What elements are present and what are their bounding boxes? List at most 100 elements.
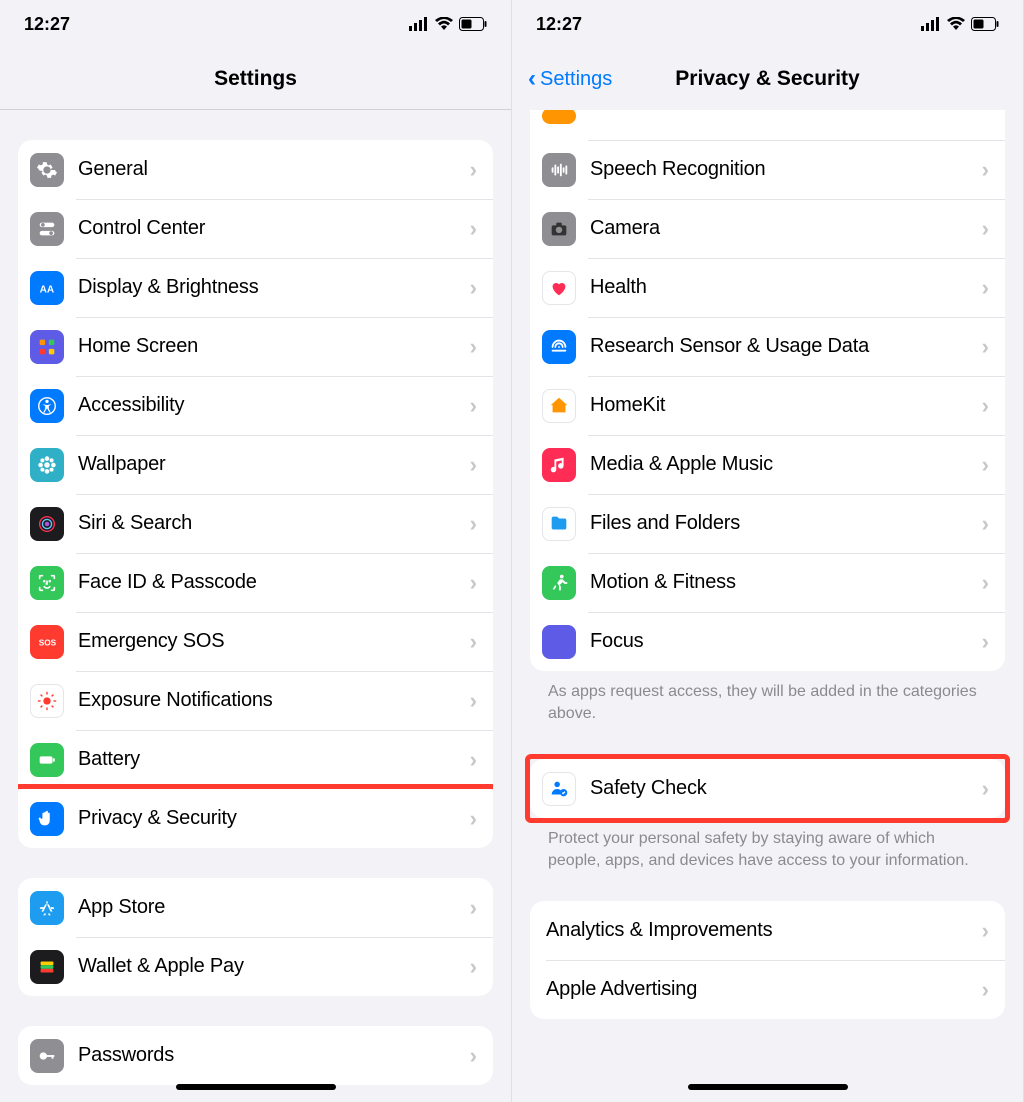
privacy-content[interactable]: Speech Recognition › Camera › Health › R…: [512, 110, 1023, 1102]
chevron-right-icon: ›: [982, 452, 989, 478]
row-focus[interactable]: Focus ›: [530, 612, 1005, 671]
chevron-right-icon: ›: [470, 1043, 477, 1069]
row-health[interactable]: Health ›: [530, 258, 1005, 317]
appstore-icon: [30, 891, 64, 925]
person-shield-icon: [542, 772, 576, 806]
row-label: Motion & Fitness: [590, 571, 982, 594]
moon-icon: [542, 625, 576, 659]
chevron-right-icon: ›: [470, 688, 477, 714]
row-exposure-notifications[interactable]: Exposure Notifications ›: [18, 671, 493, 730]
row-wallpaper[interactable]: Wallpaper ›: [18, 435, 493, 494]
chevron-right-icon: ›: [470, 157, 477, 183]
nav-header: ‹ Settings Privacy & Security: [512, 48, 1023, 110]
siri-icon: [30, 507, 64, 541]
chevron-right-icon: ›: [982, 776, 989, 802]
chevron-right-icon: ›: [470, 747, 477, 773]
safety-group: Safety Check ›: [530, 759, 1005, 818]
row-label: Display & Brightness: [78, 276, 470, 299]
privacy-group-3: Analytics & Improvements › Apple Adverti…: [530, 901, 1005, 1019]
row-label: Safety Check: [590, 777, 982, 800]
row-label: Research Sensor & Usage Data: [590, 335, 982, 358]
row-privacy-security[interactable]: Privacy & Security ›: [18, 789, 493, 848]
chevron-right-icon: ›: [470, 393, 477, 419]
row-passwords[interactable]: Passwords ›: [18, 1026, 493, 1085]
row-emergency-sos[interactable]: SOS Emergency SOS ›: [18, 612, 493, 671]
row-accessibility[interactable]: Accessibility ›: [18, 376, 493, 435]
chevron-right-icon: ›: [982, 157, 989, 183]
settings-content[interactable]: General › Control Center › AA Display & …: [0, 110, 511, 1102]
footer-text-1: As apps request access, they will be add…: [530, 671, 1005, 724]
status-time: 12:27: [536, 14, 582, 35]
waveform-icon: [542, 153, 576, 187]
chevron-right-icon: ›: [470, 511, 477, 537]
row-label: Health: [590, 276, 982, 299]
row-research[interactable]: Research Sensor & Usage Data ›: [530, 317, 1005, 376]
status-bar: 12:27: [0, 0, 511, 48]
footer-text-2: Protect your personal safety by staying …: [530, 818, 1005, 871]
row-homekit[interactable]: HomeKit ›: [530, 376, 1005, 435]
row-control-center[interactable]: Control Center ›: [18, 199, 493, 258]
wifi-icon: [947, 17, 965, 31]
wallet-icon: [30, 950, 64, 984]
status-icons: [921, 17, 999, 31]
row-label: Emergency SOS: [78, 630, 470, 653]
exposure-icon: [30, 684, 64, 718]
chevron-right-icon: ›: [982, 216, 989, 242]
running-icon: [542, 566, 576, 600]
research-icon: [542, 330, 576, 364]
row-label: Wallet & Apple Pay: [78, 955, 470, 978]
highlight-safety-check: Safety Check ›: [525, 754, 1010, 823]
row-label: Face ID & Passcode: [78, 571, 470, 594]
grid-icon: [30, 330, 64, 364]
chevron-right-icon: ›: [982, 275, 989, 301]
cellular-icon: [921, 17, 941, 31]
chevron-right-icon: ›: [470, 570, 477, 596]
row-label: General: [78, 158, 470, 181]
row-label: Exposure Notifications: [78, 689, 470, 712]
chevron-right-icon: ›: [470, 954, 477, 980]
chevron-right-icon: ›: [470, 452, 477, 478]
chevron-right-icon: ›: [982, 570, 989, 596]
status-time: 12:27: [24, 14, 70, 35]
row-siri-search[interactable]: Siri & Search ›: [18, 494, 493, 553]
row-display-brightness[interactable]: AA Display & Brightness ›: [18, 258, 493, 317]
back-button[interactable]: ‹ Settings: [528, 65, 612, 93]
row-files-folders[interactable]: Files and Folders ›: [530, 494, 1005, 553]
folder-icon: [542, 507, 576, 541]
home-indicator[interactable]: [688, 1084, 848, 1090]
sos-icon: SOS: [30, 625, 64, 659]
row-battery[interactable]: Battery ›: [18, 730, 493, 789]
row-home-screen[interactable]: Home Screen ›: [18, 317, 493, 376]
row-speech-recognition[interactable]: Speech Recognition ›: [530, 140, 1005, 199]
row-safety-check[interactable]: Safety Check ›: [530, 759, 1005, 818]
home-indicator[interactable]: [176, 1084, 336, 1090]
chevron-right-icon: ›: [982, 629, 989, 655]
row-label: Passwords: [78, 1044, 470, 1067]
row-motion-fitness[interactable]: Motion & Fitness ›: [530, 553, 1005, 612]
text-size-icon: AA: [30, 271, 64, 305]
row-analytics[interactable]: Analytics & Improvements ›: [530, 901, 1005, 960]
svg-text:AA: AA: [40, 284, 55, 295]
privacy-group-1: Speech Recognition › Camera › Health › R…: [530, 110, 1005, 671]
chevron-right-icon: ›: [470, 895, 477, 921]
camera-icon: [542, 212, 576, 246]
row-media-music[interactable]: Media & Apple Music ›: [530, 435, 1005, 494]
cellular-icon: [409, 17, 429, 31]
row-label: Camera: [590, 217, 982, 240]
row-label: Home Screen: [78, 335, 470, 358]
row-advertising[interactable]: Apple Advertising ›: [530, 960, 1005, 1019]
row-label: Speech Recognition: [590, 158, 982, 181]
chevron-right-icon: ›: [470, 334, 477, 360]
face-id-icon: [30, 566, 64, 600]
nav-title: Privacy & Security: [675, 67, 859, 91]
row-wallet[interactable]: Wallet & Apple Pay ›: [18, 937, 493, 996]
chevron-right-icon: ›: [470, 629, 477, 655]
partial-icon: [542, 110, 576, 124]
row-app-store[interactable]: App Store ›: [18, 878, 493, 937]
row-general[interactable]: General ›: [18, 140, 493, 199]
chevron-right-icon: ›: [470, 216, 477, 242]
row-camera[interactable]: Camera ›: [530, 199, 1005, 258]
wifi-icon: [435, 17, 453, 31]
row-partial[interactable]: [530, 110, 1005, 140]
row-face-id[interactable]: Face ID & Passcode ›: [18, 553, 493, 612]
